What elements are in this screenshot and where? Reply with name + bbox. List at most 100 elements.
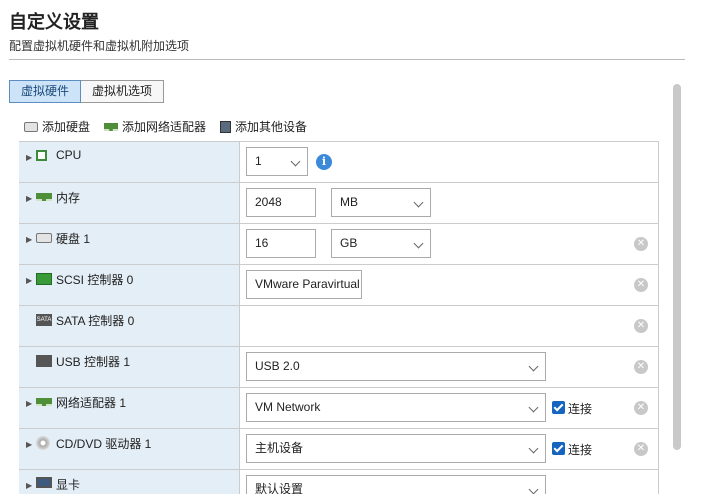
expand-caret-icon[interactable]: ▶ [26,276,32,285]
cd-dvd-select[interactable]: 主机设备 [246,434,546,463]
tab-vm-options[interactable]: 虚拟机选项 [81,80,165,103]
remove-icon[interactable]: ✕ [634,278,648,292]
remove-icon[interactable]: ✕ [634,237,648,251]
connect-label: 连接 [568,402,593,416]
info-icon[interactable]: i [316,154,332,170]
remove-icon[interactable]: ✕ [634,401,648,415]
hardware-toolbar: 添加硬盘 添加网络适配器 添加其他设备 [24,118,307,135]
hard-disk-label: 硬盘 1 [56,232,91,246]
connect-label: 连接 [568,443,593,457]
memory-label: 内存 [56,191,81,205]
row-label-cell: ▶ CD/DVD 驱动器 1 [19,429,240,469]
chevron-down-icon [413,197,424,208]
row-value-cell: 16 GB ✕ [240,224,659,264]
memory-icon [36,193,52,201]
expand-caret-icon[interactable]: ▶ [26,440,32,449]
chevron-down-icon [528,402,539,413]
scsi-icon [36,273,52,285]
expand-caret-icon[interactable]: ▶ [26,235,32,244]
row-scsi-controller: ▶ SCSI 控制器 0 VMware Paravirtual ✕ [19,265,659,306]
remove-icon[interactable]: ✕ [634,319,648,333]
network-adapter-label: 网络适配器 1 [56,396,127,410]
add-network-adapter-label: 添加网络适配器 [122,120,207,134]
cd-dvd-label: CD/DVD 驱动器 1 [56,437,152,451]
row-label-cell: SATA SATA 控制器 0 [19,306,240,346]
expand-caret-icon[interactable]: ▶ [26,153,32,162]
memory-unit-value: MB [340,195,358,209]
usb-label: USB 控制器 1 [56,355,131,369]
page-subtitle: 配置虚拟机硬件和虚拟机附加选项 [9,39,190,53]
device-icon [220,120,232,133]
cd-dvd-icon [36,436,50,450]
row-sata-controller: SATA SATA 控制器 0 ✕ [19,306,659,347]
remove-icon[interactable]: ✕ [634,360,648,374]
row-value-cell: VM Network 连接 ✕ [240,388,659,428]
memory-size-input[interactable]: 2048 [246,188,316,217]
expand-caret-icon[interactable]: ▶ [26,194,32,203]
add-other-device-label: 添加其他设备 [235,120,308,134]
page-title: 自定义设置 [9,12,99,32]
row-value-cell: 2048 MB [240,183,659,223]
row-hard-disk: ▶ 硬盘 1 16 GB ✕ [19,224,659,265]
display-label: 显卡 [56,478,81,492]
network-adapter-icon [104,122,119,131]
expand-caret-icon[interactable]: ▶ [26,481,32,490]
row-label-cell: ▶ 显卡 [19,470,240,494]
row-label-cell: ▶ SCSI 控制器 0 [19,265,240,305]
chevron-down-icon [528,443,539,454]
row-value-cell: VMware Paravirtual ✕ [240,265,659,305]
remove-icon[interactable]: ✕ [634,442,648,456]
add-network-adapter-button[interactable]: 添加网络适配器 [104,118,206,135]
row-memory: ▶ 内存 2048 MB [19,183,659,224]
chevron-down-icon [528,361,539,372]
row-value-cell: 默认设置 [240,470,659,494]
chevron-down-icon [413,238,424,249]
scsi-type-field[interactable]: VMware Paravirtual [246,270,362,299]
hardware-list: ▶ CPU 1 i ▶ 内存 2048 MB ▶ 硬盘 1 16 GB ✕ ▶ … [19,141,659,494]
disk-unit-select[interactable]: GB [331,229,431,258]
row-cd-dvd-drive: ▶ CD/DVD 驱动器 1 主机设备 连接 ✕ [19,429,659,470]
chevron-down-icon [528,484,539,494]
usb-type-value: USB 2.0 [255,359,300,373]
row-usb-controller: USB 控制器 1 USB 2.0 ✕ [19,347,659,388]
usb-icon [36,355,52,367]
disk-size-input[interactable]: 16 [246,229,316,258]
display-icon [36,477,52,488]
hard-disk-icon [36,233,52,243]
row-value-cell: 主机设备 连接 ✕ [240,429,659,469]
row-network-adapter: ▶ 网络适配器 1 VM Network 连接 ✕ [19,388,659,429]
row-label-cell: USB 控制器 1 [19,347,240,387]
expand-caret-icon[interactable]: ▶ [26,399,32,408]
memory-unit-select[interactable]: MB [331,188,431,217]
cpu-count-select[interactable]: 1 [246,147,308,176]
add-hard-disk-button[interactable]: 添加硬盘 [24,118,90,135]
sata-icon: SATA [36,314,52,326]
connect-checkbox[interactable] [552,442,565,455]
row-label-cell: ▶ CPU [19,142,240,182]
network-value: VM Network [255,400,321,414]
row-value-cell: ✕ [240,306,659,346]
row-cpu: ▶ CPU 1 i [19,142,659,183]
row-label-cell: ▶ 内存 [19,183,240,223]
add-hard-disk-label: 添加硬盘 [42,120,91,134]
scrollbar[interactable] [673,84,681,450]
cpu-chip-icon [36,150,47,161]
connect-checkbox[interactable] [552,401,565,414]
display-value: 默认设置 [255,482,304,494]
scsi-label: SCSI 控制器 0 [56,273,134,287]
hard-disk-icon [24,121,38,132]
divider [9,59,685,60]
network-select[interactable]: VM Network [246,393,546,422]
usb-type-select[interactable]: USB 2.0 [246,352,546,381]
sata-label: SATA 控制器 0 [56,314,135,328]
disk-unit-value: GB [340,236,358,250]
cpu-count-value: 1 [255,154,262,168]
cpu-label: CPU [56,148,82,162]
row-value-cell: USB 2.0 ✕ [240,347,659,387]
chevron-down-icon [290,156,301,167]
tab-virtual-hardware[interactable]: 虚拟硬件 [9,80,82,103]
add-other-device-button[interactable]: 添加其他设备 [220,118,307,135]
display-select[interactable]: 默认设置 [246,475,546,494]
tab-bar: 虚拟硬件 虚拟机选项 [9,80,165,103]
row-label-cell: ▶ 硬盘 1 [19,224,240,264]
